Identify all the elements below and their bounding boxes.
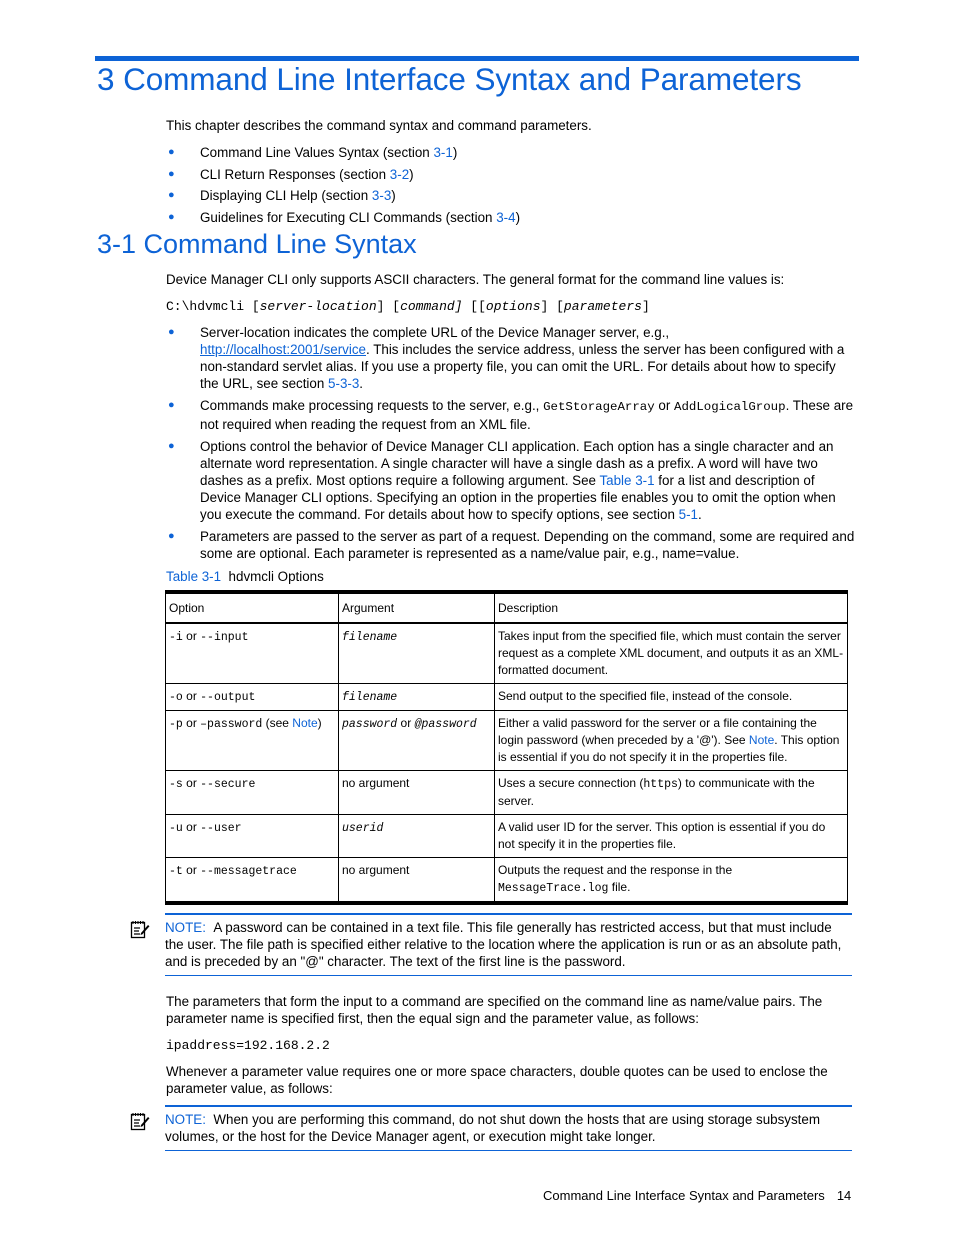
bullet-icon: ● xyxy=(168,146,175,158)
toc-item: ● Guidelines for Executing CLI Commands (… xyxy=(168,209,521,225)
toc-item: ● Command Line Values Syntax (section 3-1… xyxy=(168,145,458,160)
command-syntax: C:\hdvmcli [server-location] [command] [… xyxy=(166,299,650,314)
section-link[interactable]: 5-3-3 xyxy=(328,376,359,391)
footer-title: Command Line Interface Syntax and Parame… xyxy=(543,1188,825,1203)
section-link[interactable]: 3-3 xyxy=(372,188,391,203)
parameters-paragraph: The parameters that form the input to a … xyxy=(166,994,823,1026)
note-link[interactable]: Note xyxy=(749,733,774,747)
section-link[interactable]: 3-4 xyxy=(496,210,515,225)
note-icon xyxy=(130,1113,150,1131)
description-cell: Takes input from the specified file, whi… xyxy=(494,622,848,684)
note-password-file: NOTE: A password can be contained in a t… xyxy=(130,913,852,976)
bullet-parameters: ● Parameters are passed to the server as … xyxy=(168,529,855,561)
bullet-icon: ● xyxy=(168,326,175,338)
table-header-row: Option Argument Description xyxy=(165,591,848,624)
options-table: Option Argument Description -i or --inpu… xyxy=(165,590,848,905)
option-cell: -p or –password (see Note) xyxy=(165,710,339,771)
chapter-title: 3 Command Line Interface Syntax and Para… xyxy=(97,61,802,97)
argument-cell: filename xyxy=(338,683,495,711)
page-footer: Command Line Interface Syntax and Parame… xyxy=(543,1188,851,1203)
bullet-icon: ● xyxy=(168,210,175,223)
section-link[interactable]: 3-2 xyxy=(390,167,409,182)
column-header: Option xyxy=(165,591,339,624)
bullet-icon: ● xyxy=(168,189,175,201)
table-row: -s or --secure no argument Uses a secure… xyxy=(165,770,848,815)
bullet-icon: ● xyxy=(168,167,175,180)
note-execution: NOTE: When you are performing this comma… xyxy=(130,1105,852,1151)
column-header: Argument xyxy=(338,591,495,624)
argument-cell: no argument xyxy=(338,857,495,904)
description-cell: Uses a secure connection (https) to comm… xyxy=(494,770,848,815)
note-label: NOTE: xyxy=(165,1112,206,1127)
parameters-example: ipaddress=192.168.2.2 xyxy=(166,1038,330,1053)
toc-item: ● Displaying CLI Help (section 3-3) xyxy=(168,188,396,203)
table-row: -u or --user userid A valid user ID for … xyxy=(165,814,848,858)
option-cell: -s or --secure xyxy=(165,770,339,815)
toc-item: ● CLI Return Responses (section 3-2) xyxy=(168,166,414,182)
bullet-icon: ● xyxy=(168,530,175,542)
argument-cell: userid xyxy=(338,814,495,858)
bullet-options: ● Options control the behavior of Device … xyxy=(168,439,836,522)
option-cell: -i or --input xyxy=(165,622,339,684)
note-icon xyxy=(130,921,150,939)
description-cell: Either a valid password for the server o… xyxy=(494,710,848,771)
table-row: -o or --output filename Send output to t… xyxy=(165,683,848,711)
page-number: 14 xyxy=(836,1188,852,1203)
argument-cell: no argument xyxy=(338,770,495,815)
chapter-toc: ● Command Line Values Syntax (section 3-1… xyxy=(166,144,856,226)
note-text: When you are performing this command, do… xyxy=(165,1112,820,1144)
note-text: A password can be contained in a text fi… xyxy=(165,920,842,969)
column-header: Description xyxy=(494,591,848,624)
table-row: -p or –password (see Note) password or @… xyxy=(165,710,848,771)
table-caption: Table 3-1 hdvmcli Options xyxy=(166,569,324,584)
description-cell: Send output to the specified file, inste… xyxy=(494,683,848,711)
argument-cell: password or @password xyxy=(338,710,495,771)
syntax-bullets: ● Server-location indicates the complete … xyxy=(166,324,856,562)
option-cell: -o or --output xyxy=(165,683,339,711)
argument-cell: filename xyxy=(338,622,495,684)
table-row: -t or --messagetrace no argument Outputs… xyxy=(165,857,848,904)
table-link[interactable]: Table 3-1 xyxy=(599,473,654,488)
option-cell: -t or --messagetrace xyxy=(165,857,339,904)
bullet-icon: ● xyxy=(168,399,175,411)
option-cell: -u or --user xyxy=(165,814,339,858)
note-label: NOTE: xyxy=(165,920,206,935)
bullet-icon: ● xyxy=(168,440,175,452)
quotes-paragraph: Whenever a parameter value requires one … xyxy=(166,1064,828,1096)
bullet-server-location: ● Server-location indicates the complete … xyxy=(168,325,845,391)
section-title: 3-1 Command Line Syntax xyxy=(97,229,417,259)
section-intro: Device Manager CLI only supports ASCII c… xyxy=(166,272,785,287)
note-link[interactable]: Note xyxy=(292,716,317,730)
chapter-intro: This chapter describes the command synta… xyxy=(166,118,592,133)
service-url-link[interactable]: http://localhost:2001/service xyxy=(200,342,366,357)
section-link[interactable]: 3-1 xyxy=(433,145,452,160)
description-cell: Outputs the request and the response in … xyxy=(494,857,848,904)
bullet-commands: ● Commands make processing requests to th… xyxy=(168,398,854,432)
section-link[interactable]: 5-1 xyxy=(679,507,698,522)
description-cell: A valid user ID for the server. This opt… xyxy=(494,814,848,858)
table-row: -i or --input filename Takes input from … xyxy=(165,622,848,684)
